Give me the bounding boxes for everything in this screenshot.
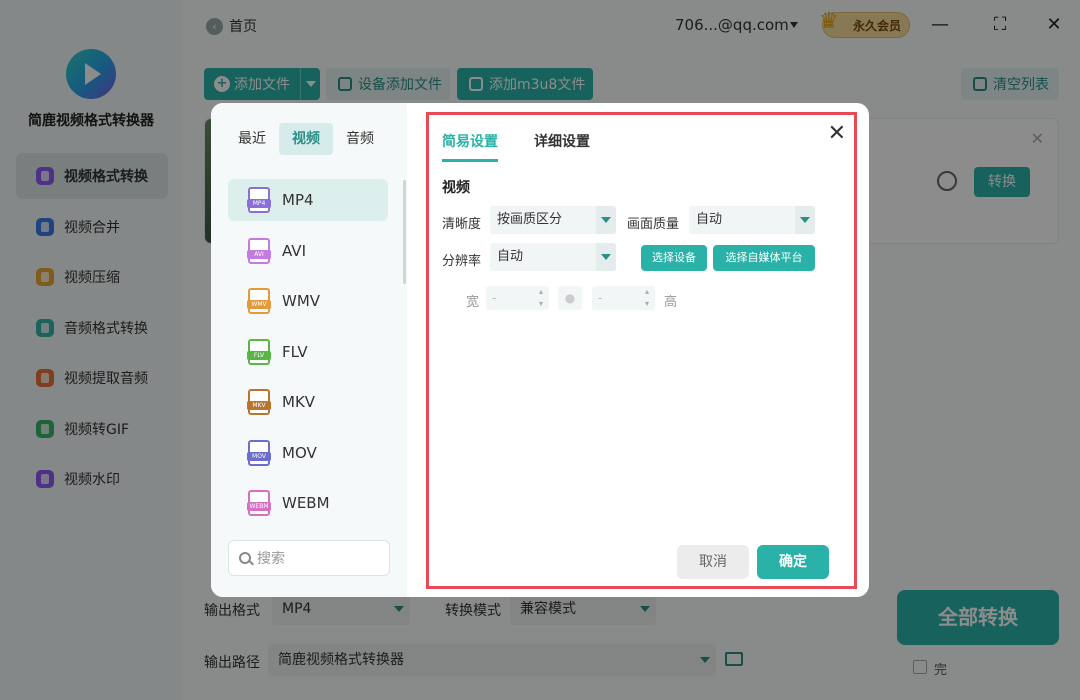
section-title: 视频 <box>442 180 470 196</box>
height-stepper[interactable]: - <box>592 286 655 310</box>
flv-file-icon: FLV <box>247 338 271 365</box>
format-item-mkv[interactable]: MKV MKV <box>228 381 388 423</box>
width-value: - <box>492 291 497 305</box>
resolution-label: 分辨率 <box>442 254 482 269</box>
clarity-label: 清晰度 <box>442 217 482 232</box>
format-list: MP4 MP4 AVI AVI WMV WMV FLV FLV MKV MKV … <box>228 179 388 533</box>
format-item-webm[interactable]: WEBM WEBM <box>228 482 388 524</box>
chevron-down-icon <box>596 243 616 271</box>
format-item-flv[interactable]: FLV FLV <box>228 331 388 373</box>
height-label: 高 <box>664 295 678 310</box>
tab-video[interactable]: 视频 <box>279 123 333 155</box>
resolution-value: 自动 <box>497 249 524 264</box>
tab-detailed-settings[interactable]: 详细设置 <box>534 131 590 162</box>
close-icon[interactable]: ✕ <box>828 121 846 146</box>
format-panel: 最近 视频 音频 MP4 MP4 AVI AVI WMV WMV FLV FLV… <box>211 103 407 597</box>
format-badge: MOV <box>247 451 271 461</box>
format-label: MKV <box>282 393 316 411</box>
format-dialog: 最近 视频 音频 MP4 MP4 AVI AVI WMV WMV FLV FLV… <box>211 103 869 597</box>
format-badge: FLV <box>247 350 271 360</box>
format-label: WEBM <box>282 494 330 512</box>
settings-tabs: 简易设置 详细设置 <box>442 131 626 162</box>
format-item-wmv[interactable]: WMV WMV <box>228 280 388 322</box>
avi-file-icon: AVI <box>247 237 271 264</box>
format-label: WMV <box>282 292 321 310</box>
quality-select[interactable]: 自动 <box>689 206 815 234</box>
width-stepper[interactable]: - <box>486 286 549 310</box>
format-label: FLV <box>282 342 308 361</box>
format-search-input[interactable]: 搜索 <box>228 540 390 576</box>
search-placeholder: 搜索 <box>257 551 285 567</box>
webm-file-icon: WEBM <box>247 490 271 516</box>
category-tabs: 最近 视频 音频 <box>225 123 387 155</box>
resolution-select[interactable]: 自动 <box>490 243 616 271</box>
settings-panel: 简易设置 详细设置 ✕ 视频 清晰度 按画质区分 画面质量 自动 分辨率 自动 … <box>426 112 857 589</box>
chevron-down-icon <box>795 206 815 234</box>
aspect-lock-icon[interactable]: ● <box>558 286 582 310</box>
format-item-mp4[interactable]: MP4 MP4 <box>228 179 388 221</box>
confirm-button[interactable]: 确定 <box>757 545 829 579</box>
select-platform-button[interactable]: 选择自媒体平台 <box>713 245 815 271</box>
format-badge: MP4 <box>247 199 271 208</box>
format-item-avi[interactable]: AVI AVI <box>228 230 388 272</box>
height-value: - <box>598 291 603 305</box>
wmv-file-icon: WMV <box>247 288 271 314</box>
cancel-button[interactable]: 取消 <box>677 545 749 579</box>
quality-value: 自动 <box>696 212 723 227</box>
format-badge: AVI <box>247 249 271 259</box>
quality-label: 画面质量 <box>627 217 680 232</box>
format-label: MP4 <box>282 191 314 209</box>
format-badge: WMV <box>247 300 271 309</box>
tab-recent[interactable]: 最近 <box>225 123 279 155</box>
chevron-down-icon <box>596 206 616 234</box>
format-list-scrollbar[interactable] <box>403 180 406 284</box>
search-icon <box>239 552 251 564</box>
clarity-value: 按画质区分 <box>497 212 563 227</box>
width-label: 宽 <box>466 295 480 310</box>
clarity-select[interactable]: 按画质区分 <box>490 206 616 234</box>
format-label: AVI <box>282 241 306 260</box>
tab-simple-settings[interactable]: 简易设置 <box>442 131 498 162</box>
tab-audio[interactable]: 音频 <box>333 123 387 155</box>
mkv-file-icon: MKV <box>247 389 271 415</box>
format-badge: MKV <box>247 401 271 410</box>
select-device-button[interactable]: 选择设备 <box>641 245 707 271</box>
mov-file-icon: MOV <box>247 439 271 466</box>
format-label: MOV <box>282 443 317 462</box>
format-badge: WEBM <box>247 502 271 511</box>
format-item-mov[interactable]: MOV MOV <box>228 432 388 474</box>
mp4-file-icon: MP4 <box>247 187 271 213</box>
